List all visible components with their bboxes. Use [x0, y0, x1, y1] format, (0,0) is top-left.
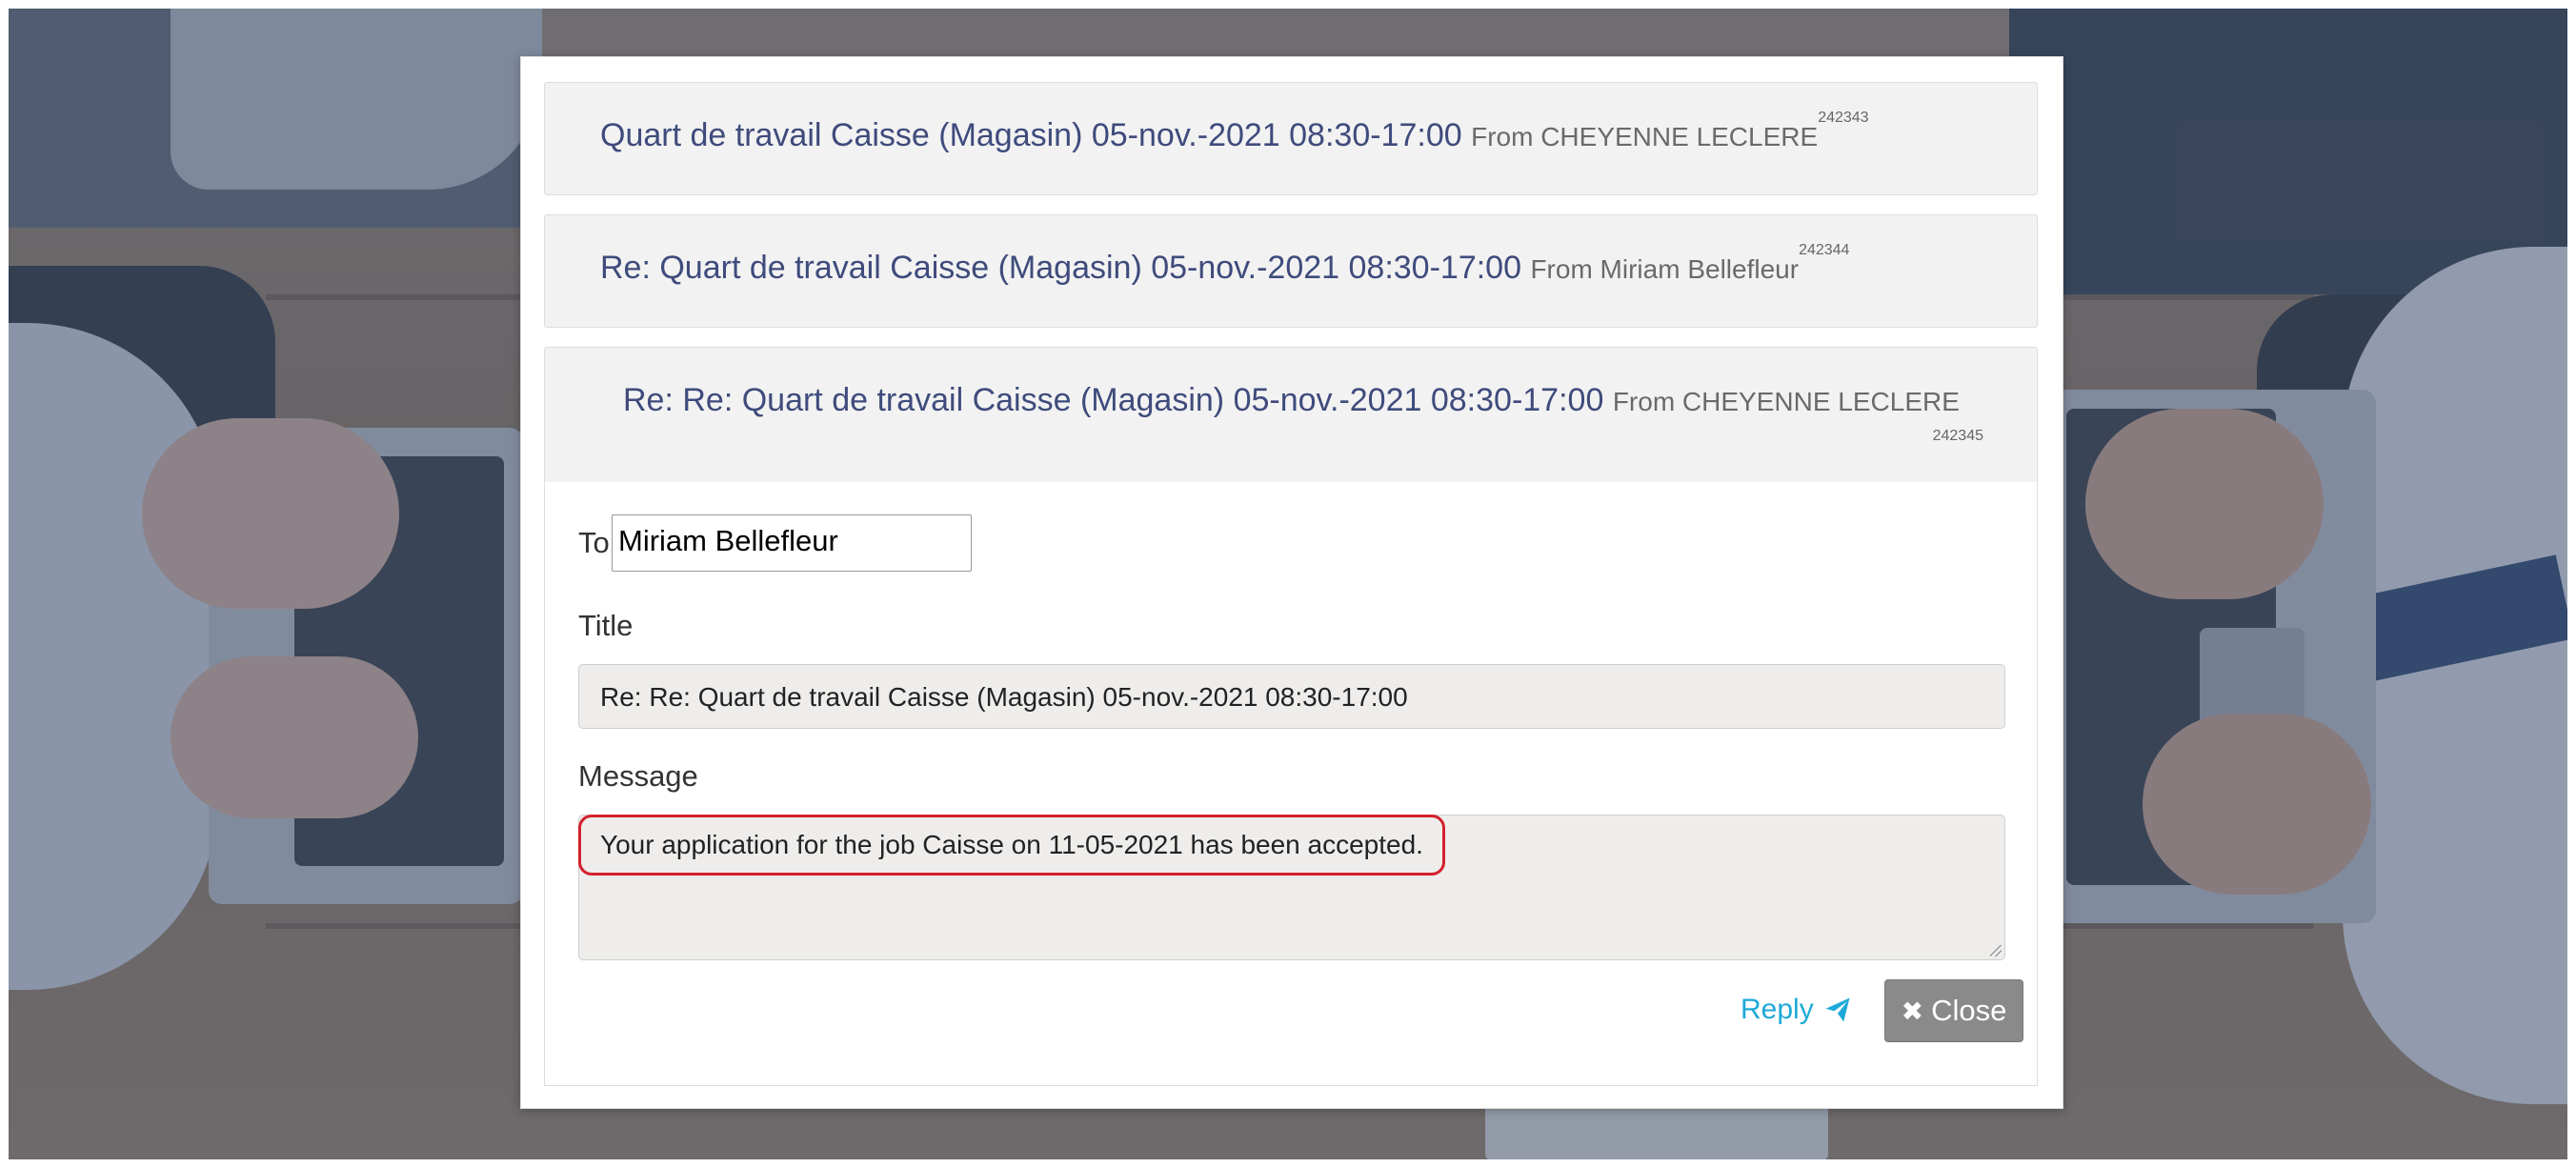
- message-id: 242343: [1818, 110, 1869, 126]
- title-field[interactable]: Re: Re: Quart de travail Caisse (Magasin…: [578, 664, 2005, 729]
- close-label: Close: [1931, 994, 2007, 1027]
- paper-plane-icon: [1825, 997, 1850, 1022]
- message-id: 242345: [1932, 428, 1983, 444]
- message-sender: From Miriam Bellefleur: [1530, 254, 1800, 284]
- message-textarea[interactable]: Your application for the job Caisse on 1…: [578, 815, 2005, 960]
- message-label: Message: [578, 759, 698, 793]
- message-subject: Quart de travail Caisse (Magasin) 05-nov…: [600, 117, 1462, 153]
- reply-form: To Miriam Bellefleur Title Re: Re: Quart…: [544, 482, 2038, 1086]
- message-id: 242344: [1799, 242, 1850, 258]
- title-label: Title: [578, 609, 634, 642]
- message-text: Your application for the job Caisse on 1…: [578, 815, 1445, 876]
- message-header-1[interactable]: Quart de travail Caisse (Magasin) 05-nov…: [544, 82, 2038, 195]
- to-field[interactable]: Miriam Bellefleur: [612, 514, 972, 572]
- message-sender: From CHEYENNE LECLERE: [1471, 122, 1819, 151]
- message-sender: From CHEYENNE LECLERE: [1612, 387, 1960, 416]
- close-button[interactable]: ✖ Close: [1884, 979, 2023, 1042]
- message-subject: Re: Re: Quart de travail Caisse (Magasin…: [623, 382, 1604, 418]
- close-icon: ✖: [1901, 996, 1924, 1026]
- resize-handle[interactable]: [1990, 945, 2002, 957]
- message-thread-modal: Quart de travail Caisse (Magasin) 05-nov…: [520, 56, 2063, 1109]
- message-header-3[interactable]: Re: Re: Quart de travail Caisse (Magasin…: [544, 347, 2038, 483]
- reply-button[interactable]: Reply: [1741, 994, 1852, 1026]
- message-header-2[interactable]: Re: Quart de travail Caisse (Magasin) 05…: [544, 214, 2038, 328]
- reply-label: Reply: [1741, 994, 1814, 1025]
- message-subject: Re: Quart de travail Caisse (Magasin) 05…: [600, 250, 1521, 286]
- to-label: To: [578, 526, 610, 559]
